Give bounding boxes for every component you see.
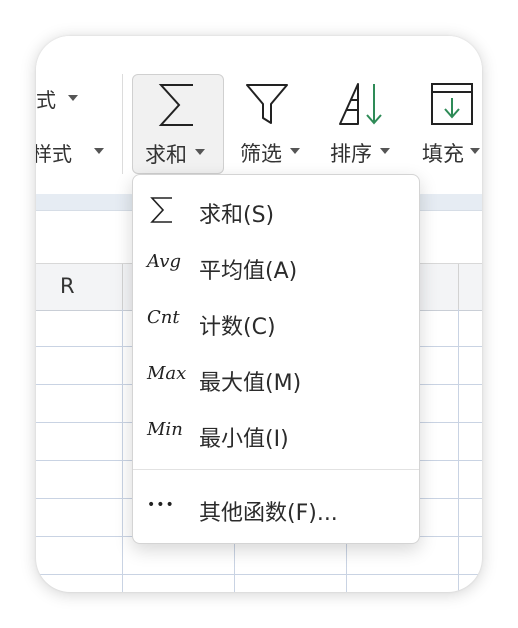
funnel-icon [246, 84, 288, 124]
sort-button[interactable]: 排序 [326, 74, 410, 174]
chevron-down-icon [470, 148, 480, 154]
menu-item-max[interactable]: Max 最大值(M) [133, 355, 419, 401]
filter-button-label: 筛选 [240, 142, 282, 166]
menu-item-min[interactable]: Min 最小值(I) [133, 411, 419, 457]
toolbar-separator [122, 74, 123, 174]
more-icon: ••• [147, 497, 175, 513]
cell-style-dropdown-label[interactable]: 样式 [36, 138, 72, 167]
menu-item-count[interactable]: Cnt 计数(C) [133, 299, 419, 345]
format-dropdown-1-label[interactable]: 式 [36, 84, 56, 113]
min-icon: Min [147, 419, 183, 440]
menu-item-label: 其他函数(F)... [199, 501, 338, 526]
chevron-down-icon [195, 149, 205, 155]
spreadsheet-window: 式 样式 求和 筛选 排序 填充 R 求和(S) Avg 平均值(A) Cnt … [36, 36, 482, 592]
menu-item-label: 求和(S) [199, 203, 275, 228]
chevron-down-icon[interactable] [68, 95, 78, 101]
sum-button-label: 求和 [145, 143, 187, 167]
max-icon: Max [147, 363, 187, 384]
chevron-down-icon[interactable] [94, 148, 104, 154]
menu-item-more-functions[interactable]: ••• 其他函数(F)... [133, 485, 419, 531]
fill-down-icon [431, 83, 473, 125]
sort-icon [339, 83, 382, 125]
menu-item-label: 最大值(M) [199, 371, 302, 396]
column-separator [122, 264, 123, 310]
toolbar-ribbon: 式 样式 求和 筛选 排序 填充 [36, 36, 482, 194]
menu-divider [133, 469, 419, 470]
grid-line [36, 574, 482, 575]
sigma-icon [150, 197, 172, 223]
grid-line [122, 309, 123, 592]
chevron-down-icon [290, 148, 300, 154]
average-icon: Avg [147, 251, 181, 272]
fill-button-label: 填充 [422, 142, 464, 166]
column-separator [458, 264, 459, 310]
menu-item-label: 平均值(A) [199, 259, 298, 284]
menu-item-average[interactable]: Avg 平均值(A) [133, 243, 419, 289]
sum-dropdown-menu: 求和(S) Avg 平均值(A) Cnt 计数(C) Max 最大值(M) Mi… [132, 174, 420, 544]
sum-button[interactable]: 求和 [132, 74, 224, 174]
sort-button-label: 排序 [330, 142, 372, 166]
grid-line [458, 309, 459, 592]
menu-item-label: 最小值(I) [199, 427, 289, 452]
menu-item-label: 计数(C) [199, 315, 276, 340]
filter-button[interactable]: 筛选 [232, 74, 316, 174]
fill-button[interactable]: 填充 [420, 74, 482, 174]
chevron-down-icon [380, 148, 390, 154]
menu-item-sum[interactable]: 求和(S) [133, 187, 419, 233]
sigma-icon [158, 84, 193, 126]
count-icon: Cnt [147, 307, 180, 328]
column-header-r[interactable]: R [60, 274, 75, 298]
